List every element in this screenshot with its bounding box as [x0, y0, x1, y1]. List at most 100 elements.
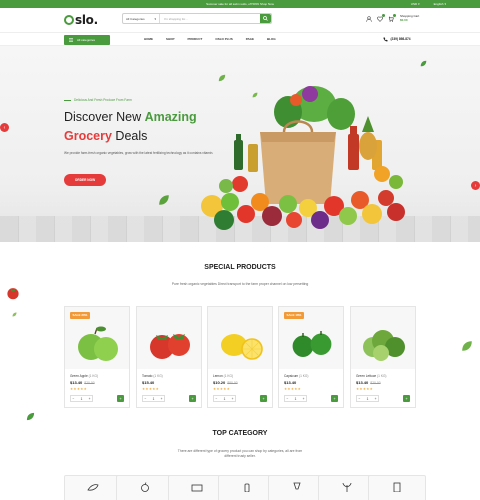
site-header: slo. All Categories ▾ I'm shopping for...…	[0, 8, 480, 32]
sale-badge: SALE 18%	[284, 312, 304, 319]
product-unit: (1 KG)	[153, 374, 163, 378]
logo[interactable]: slo.	[64, 13, 98, 27]
plus-button[interactable]: +	[89, 397, 91, 401]
product-name-text: Capsicum	[284, 374, 299, 378]
currency-select[interactable]: USD ▾	[411, 2, 420, 6]
plus-button[interactable]: +	[303, 397, 305, 401]
product-unit: (1 KG)	[299, 374, 309, 378]
search-icon	[263, 16, 268, 21]
plus-icon: +	[333, 396, 336, 401]
vegetable-icon	[87, 484, 99, 491]
plus-button[interactable]: +	[375, 397, 377, 401]
rating-stars: ★★★★★	[142, 387, 160, 391]
search-button[interactable]	[260, 14, 271, 23]
quantity-stepper[interactable]: − 1 +	[213, 395, 236, 402]
quantity-value[interactable]: 1	[367, 397, 369, 401]
cart-button[interactable]	[388, 13, 396, 22]
chevron-down-icon: ▾	[154, 16, 156, 21]
quantity-stepper[interactable]: − 1 +	[142, 395, 165, 402]
account-button[interactable]	[366, 15, 372, 22]
add-to-cart-button[interactable]: +	[260, 395, 267, 402]
nav-link-home[interactable]: HOME	[144, 37, 153, 41]
product-card[interactable]: SALE 20% Green Apple (1 KG) $13.40 $20.00…	[64, 306, 130, 408]
product-card[interactable]: Lemon (1 KG) $10.20 $80.00 ★★★★★ − 1 + +	[207, 306, 273, 408]
announcement-text[interactable]: Summer sale for all swim suits, off 50%!…	[0, 2, 480, 6]
product-price: $10.20 $80.00	[213, 380, 238, 385]
nav-link-shop[interactable]: SHOP	[166, 37, 175, 41]
product-card[interactable]: SALE 18% Capsicum (1 KG) $13.40 ★★★★★ − 1…	[278, 306, 344, 408]
product-name[interactable]: Capsicum (1 KG)	[284, 374, 308, 378]
special-products-subtitle: Pure fresh organic vegetables Direct tra…	[171, 282, 309, 286]
announcement-bar: Summer sale for all swim suits, off 50%!…	[0, 0, 480, 8]
phone-icon	[383, 37, 388, 42]
price-current: $10.20	[213, 380, 226, 385]
product-name[interactable]: Lemon (1 KG)	[213, 374, 233, 378]
language-label: English	[433, 2, 444, 6]
plus-button[interactable]: +	[232, 397, 234, 401]
minus-button[interactable]: −	[359, 397, 361, 401]
all-categories-button[interactable]: All categories	[64, 35, 110, 45]
support-phone[interactable]: (239) 898-874	[383, 37, 411, 42]
nav-link-page[interactable]: PAGE	[246, 37, 254, 41]
nav-links: HOME SHOP PRODUCT OSLO PLUS PAGE BLOG	[144, 37, 276, 41]
hero-title-accent-2: Grocery	[64, 129, 112, 143]
plus-icon: +	[262, 396, 265, 401]
header-actions: Shopping Cart $0.00	[366, 13, 419, 22]
nav-link-product[interactable]: PRODUCT	[188, 37, 203, 41]
slider-next-button[interactable]: ›	[471, 181, 480, 190]
category-tile-dairy[interactable]	[368, 475, 426, 500]
product-name[interactable]: Tomato (1 KG)	[142, 374, 163, 378]
plus-icon: +	[119, 396, 122, 401]
hero-tagline: Delicious And Fresh Produce From Farm	[64, 98, 132, 102]
minus-button[interactable]: −	[287, 397, 289, 401]
quantity-value[interactable]: 1	[295, 397, 297, 401]
language-select[interactable]: English ▾	[434, 2, 446, 6]
search-input[interactable]: I'm shopping for...	[160, 17, 260, 21]
chevron-down-icon: ▾	[418, 2, 420, 6]
nav-link-blog[interactable]: BLOG	[267, 37, 276, 41]
category-tile-vegetables[interactable]	[64, 475, 122, 500]
category-tile-fruits[interactable]	[116, 475, 174, 500]
product-image[interactable]	[137, 307, 201, 369]
quantity-stepper[interactable]: − 1 +	[70, 395, 93, 402]
minus-button[interactable]: −	[216, 397, 218, 401]
product-name[interactable]: Green Lettuce (1 KG)	[356, 374, 386, 378]
quantity-value[interactable]: 1	[224, 397, 226, 401]
menu-icon	[69, 38, 73, 42]
product-image[interactable]	[208, 307, 272, 369]
product-image[interactable]	[351, 307, 415, 369]
add-to-cart-button[interactable]: +	[117, 395, 124, 402]
herb-icon	[342, 482, 352, 492]
add-to-cart-button[interactable]: +	[403, 395, 410, 402]
add-to-cart-button[interactable]: +	[331, 395, 338, 402]
quantity-stepper[interactable]: − 1 +	[284, 395, 307, 402]
product-card[interactable]: Green Lettuce (1 KG) $13.40 $20.00 ★★★★★ …	[350, 306, 416, 408]
hero-tagline-text: Delicious And Fresh Produce From Farm	[74, 98, 132, 102]
search-category-select[interactable]: All Categories ▾	[123, 14, 160, 23]
order-now-button[interactable]: ORDER NOW	[64, 174, 106, 186]
minus-button[interactable]: −	[145, 397, 147, 401]
cart-summary[interactable]: Shopping Cart $0.00	[400, 14, 419, 22]
quantity-value[interactable]: 1	[81, 397, 83, 401]
top-category-title: TOP CATEGORY	[212, 430, 268, 437]
product-price: $13.40 $20.00	[70, 380, 95, 385]
plus-button[interactable]: +	[161, 397, 163, 401]
leaf-icon	[218, 74, 226, 82]
product-name[interactable]: Green Apple (1 KG)	[70, 374, 98, 378]
minus-button[interactable]: −	[73, 397, 75, 401]
bottle-icon	[244, 483, 250, 492]
tomato-image	[150, 334, 190, 359]
nav-link-oslo-plus[interactable]: OSLO PLUS	[215, 37, 232, 41]
lettuce-image	[363, 330, 405, 361]
hero-title: Discover New Amazing Grocery Deals	[64, 108, 197, 146]
quantity-value[interactable]: 1	[153, 397, 155, 401]
quantity-stepper[interactable]: − 1 +	[356, 395, 379, 402]
slider-prev-button[interactable]: ‹	[0, 123, 9, 132]
price-current: $13.40	[284, 380, 297, 385]
product-unit: (1 KG)	[377, 374, 387, 378]
add-to-cart-button[interactable]: +	[189, 395, 196, 402]
main-nav: All categories HOME SHOP PRODUCT OSLO PL…	[0, 32, 480, 46]
cart-amount: $0.00	[400, 17, 408, 22]
wishlist-button[interactable]	[377, 13, 385, 22]
product-card[interactable]: Tomato (1 KG) $15.40 ★★★★★ − 1 + +	[136, 306, 202, 408]
